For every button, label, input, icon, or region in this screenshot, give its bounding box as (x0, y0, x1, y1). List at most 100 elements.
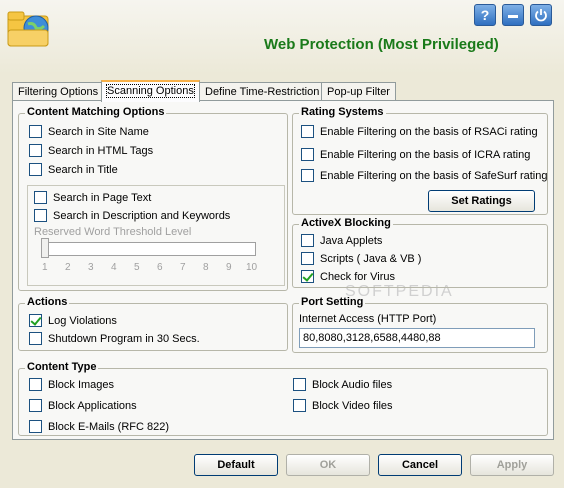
checkbox-label: Block Video files (312, 399, 393, 412)
minimize-icon (508, 15, 518, 18)
tick-label: 2 (65, 262, 71, 273)
checkbox-box (34, 191, 47, 204)
help-button[interactable]: ? (474, 4, 496, 26)
search-description-checkbox[interactable]: Search in Description and Keywords (34, 209, 230, 222)
power-button[interactable] (530, 4, 552, 26)
header: Web Protection (Most Privileged) ? (0, 0, 564, 74)
checkbox-label: Block E-Mails (RFC 822) (48, 420, 170, 433)
checkbox-box (34, 209, 47, 222)
group-title: Rating Systems (299, 106, 386, 118)
shutdown-checkbox[interactable]: Shutdown Program in 30 Secs. (29, 332, 200, 345)
checkbox-label: Block Audio files (312, 378, 393, 391)
checkbox-label: Log Violations (48, 314, 117, 327)
log-violations-checkbox[interactable]: Log Violations (29, 314, 117, 327)
port-setting-group: Port Setting Internet Access (HTTP Port)… (292, 296, 548, 353)
checkbox-box (301, 169, 314, 182)
tab-filtering-options[interactable]: Filtering Options (12, 82, 105, 101)
checkbox-label: Java Applets (320, 234, 383, 247)
checkbox-box (29, 163, 42, 176)
checkbox-label: Block Images (48, 378, 115, 391)
tick-label: 8 (203, 262, 209, 273)
safesurf-checkbox[interactable]: Enable Filtering on the basis of SafeSur… (301, 169, 547, 182)
checkbox-label: Scripts ( Java & VB ) (320, 252, 422, 265)
tick-label: 5 (134, 262, 140, 273)
page-title: Web Protection (Most Privileged) (264, 36, 499, 53)
apply-button[interactable]: Apply (470, 454, 554, 476)
scripts-checkbox[interactable]: Scripts ( Java & VB ) (301, 252, 421, 265)
search-html-tags-checkbox[interactable]: Search in HTML Tags (29, 144, 153, 157)
rsaci-checkbox[interactable]: Enable Filtering on the basis of RSACi r… (301, 125, 538, 138)
block-images-checkbox[interactable]: Block Images (29, 378, 114, 391)
inner-options-box: Search in Page Text Search in Descriptio… (27, 185, 285, 286)
java-applets-checkbox[interactable]: Java Applets (301, 234, 382, 247)
port-label: Internet Access (HTTP Port) (299, 313, 437, 325)
threshold-slider-thumb[interactable] (41, 238, 49, 258)
threshold-label: Reserved Word Threshold Level (34, 226, 192, 238)
rating-systems-group: Rating Systems Enable Filtering on the b… (292, 106, 548, 215)
checkbox-label: Block Applications (48, 399, 137, 412)
checkbox-box (29, 125, 42, 138)
group-title: Port Setting (299, 296, 366, 308)
check-virus-checkbox[interactable]: Check for Virus (301, 270, 395, 283)
checkbox-box (301, 252, 314, 265)
group-title: ActiveX Blocking (299, 217, 393, 229)
tick-label: 3 (88, 262, 94, 273)
tick-label: 9 (226, 262, 232, 273)
checkbox-label: Search in Title (48, 163, 118, 176)
set-ratings-button[interactable]: Set Ratings (428, 190, 535, 212)
checkbox-box (301, 234, 314, 247)
threshold-slider-track[interactable] (44, 242, 256, 256)
checkbox-label: Check for Virus (320, 270, 395, 283)
checkbox-label: Enable Filtering on the basis of SafeSur… (320, 169, 548, 182)
block-emails-checkbox[interactable]: Block E-Mails (RFC 822) (29, 420, 169, 433)
tab-label: Scanning Options (106, 84, 195, 98)
cancel-button[interactable]: Cancel (378, 454, 462, 476)
activex-blocking-group: ActiveX Blocking Java Applets Scripts ( … (292, 217, 548, 288)
search-title-checkbox[interactable]: Search in Title (29, 163, 118, 176)
checkbox-label: Search in Description and Keywords (53, 209, 231, 222)
checkbox-box (29, 144, 42, 157)
scanning-options-panel: Content Matching Options Search in Site … (12, 100, 554, 440)
checkbox-label: Enable Filtering on the basis of ICRA ra… (320, 148, 531, 161)
actions-group: Actions Log Violations Shutdown Program … (18, 296, 288, 351)
threshold-ticks: 1 2 3 4 5 6 7 8 9 10 (40, 262, 268, 276)
checkbox-label: Enable Filtering on the basis of RSACi r… (320, 125, 538, 138)
checkbox-label: Search in HTML Tags (48, 144, 154, 157)
http-port-input[interactable]: 80,8080,3128,6588,4480,88 (299, 328, 535, 348)
checkbox-box (301, 148, 314, 161)
group-title: Actions (25, 296, 70, 308)
checkbox-label: Shutdown Program in 30 Secs. (48, 332, 200, 345)
icra-checkbox[interactable]: Enable Filtering on the basis of ICRA ra… (301, 148, 530, 161)
tick-label: 4 (111, 262, 117, 273)
ok-button[interactable]: OK (286, 454, 370, 476)
tab-popup-filter[interactable]: Pop-up Filter (321, 82, 396, 101)
group-title: Content Type (25, 361, 99, 373)
tick-label: 7 (180, 262, 186, 273)
block-applications-checkbox[interactable]: Block Applications (29, 399, 137, 412)
checkbox-box (301, 270, 314, 283)
content-type-group: Content Type Block Images Block Applicat… (18, 361, 548, 436)
checkbox-label: Search in Page Text (53, 191, 152, 204)
tab-define-time-restriction[interactable]: Define Time-Restriction (199, 82, 326, 101)
tick-label: 1 (42, 262, 48, 273)
block-video-checkbox[interactable]: Block Video files (293, 399, 393, 412)
minimize-button[interactable] (502, 4, 524, 26)
checkbox-box (29, 420, 42, 433)
content-matching-group: Content Matching Options Search in Site … (18, 106, 288, 291)
search-page-text-checkbox[interactable]: Search in Page Text (34, 191, 151, 204)
tab-scanning-options[interactable]: Scanning Options (101, 80, 200, 102)
search-site-name-checkbox[interactable]: Search in Site Name (29, 125, 149, 138)
help-icon: ? (480, 7, 490, 23)
checkbox-box (29, 378, 42, 391)
checkbox-box (29, 332, 42, 345)
checkbox-box (301, 125, 314, 138)
block-audio-checkbox[interactable]: Block Audio files (293, 378, 392, 391)
default-button[interactable]: Default (194, 454, 278, 476)
tick-label: 6 (157, 262, 163, 273)
checkbox-box (29, 399, 42, 412)
folder-globe-icon (7, 11, 49, 47)
checkbox-box (293, 378, 306, 391)
tick-label: 10 (246, 262, 258, 273)
group-title: Content Matching Options (25, 106, 167, 118)
checkbox-box (29, 314, 42, 327)
